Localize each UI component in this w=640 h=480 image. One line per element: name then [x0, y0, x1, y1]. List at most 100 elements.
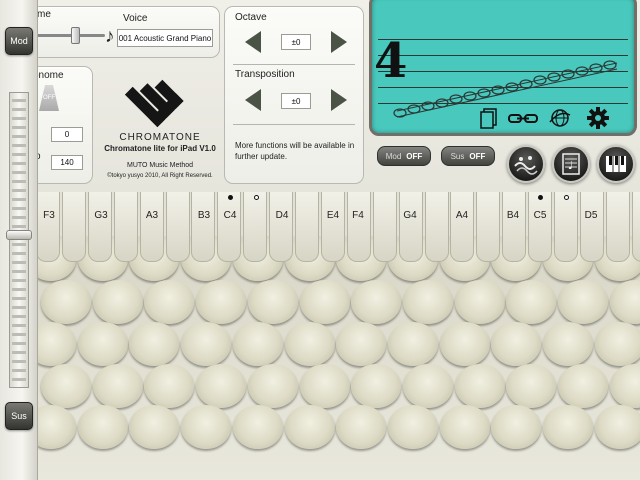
note-button[interactable] [506, 280, 557, 324]
note-button[interactable] [181, 322, 232, 366]
note-button[interactable] [491, 405, 542, 449]
note-key[interactable] [36, 192, 60, 262]
note-button[interactable] [41, 280, 91, 324]
note-button[interactable] [284, 322, 335, 366]
octave-up-button[interactable] [331, 31, 347, 53]
note-button[interactable] [247, 280, 298, 324]
note-button[interactable] [402, 280, 453, 324]
note-button[interactable] [336, 405, 387, 449]
globe-icon[interactable] [549, 107, 571, 129]
note-button[interactable] [92, 364, 143, 408]
note-key[interactable] [346, 192, 371, 262]
note-button[interactable] [129, 405, 180, 449]
voice-field[interactable]: 001 Acoustic Grand Piano [117, 29, 213, 47]
gear-icon[interactable] [587, 107, 609, 129]
note-button[interactable] [41, 364, 91, 408]
note-key[interactable] [528, 192, 553, 262]
note-key[interactable] [243, 192, 268, 262]
note-key[interactable] [424, 192, 449, 262]
keyboard-icon [606, 156, 626, 172]
octave-down-button[interactable] [245, 31, 261, 53]
wave-button[interactable] [507, 145, 545, 183]
note-button[interactable] [299, 364, 350, 408]
note-button[interactable] [594, 405, 640, 449]
note-button[interactable] [77, 322, 128, 366]
note-button[interactable] [92, 280, 143, 324]
note-button[interactable] [506, 364, 557, 408]
wave-icon [514, 156, 538, 175]
note-key[interactable] [372, 192, 397, 262]
note-key[interactable] [554, 192, 578, 262]
note-key[interactable] [502, 192, 527, 262]
note-button[interactable] [594, 322, 640, 366]
octave-field: ±0 [281, 34, 311, 50]
sus-toggle[interactable]: Sus OFF [441, 146, 495, 166]
note-key[interactable] [631, 192, 640, 262]
pages-icon[interactable] [479, 108, 499, 130]
note-button[interactable] [232, 405, 283, 449]
note-button[interactable] [196, 280, 247, 324]
note-button[interactable] [144, 364, 195, 408]
note-key[interactable] [191, 192, 216, 262]
note-button[interactable] [543, 322, 593, 366]
keyboard-button[interactable] [597, 145, 635, 183]
metronome-switch[interactable]: OFF [39, 85, 59, 111]
note-button[interactable] [609, 364, 640, 408]
note-key[interactable] [217, 192, 242, 262]
metronome-value-field[interactable]: 0 [51, 127, 83, 142]
note-key[interactable] [398, 192, 423, 262]
note-button[interactable] [77, 405, 128, 449]
note-button[interactable] [336, 322, 387, 366]
note-button[interactable] [439, 322, 490, 366]
note-button[interactable] [196, 364, 247, 408]
pitch-slider-knob[interactable] [6, 230, 32, 240]
note-button[interactable] [454, 280, 505, 324]
note-key[interactable] [450, 192, 475, 262]
note-button[interactable] [144, 280, 195, 324]
note-button[interactable] [491, 322, 542, 366]
note-button[interactable] [558, 280, 608, 324]
score-button[interactable]: ♩ [552, 145, 590, 183]
note-button[interactable] [351, 364, 402, 408]
note-button[interactable] [402, 364, 453, 408]
note-key[interactable] [165, 192, 190, 262]
note-button[interactable] [454, 364, 505, 408]
note-key[interactable] [113, 192, 138, 262]
note-key[interactable] [87, 192, 112, 262]
note-button[interactable] [439, 405, 490, 449]
note-button[interactable] [129, 322, 180, 366]
transposition-up-button[interactable] [331, 89, 347, 111]
note-button[interactable] [609, 280, 640, 324]
note-key[interactable] [139, 192, 164, 262]
note-button[interactable] [232, 322, 283, 366]
note-key[interactable] [605, 192, 630, 262]
note-button[interactable] [387, 322, 438, 366]
slider-tick [12, 261, 26, 264]
note-button[interactable] [299, 280, 350, 324]
note-button[interactable] [38, 405, 76, 449]
pitch-slider[interactable] [9, 92, 29, 388]
sus-button[interactable]: Sus [5, 402, 33, 430]
note-button[interactable] [387, 405, 438, 449]
note-button[interactable] [181, 405, 232, 449]
tempo-field[interactable]: 140 [51, 155, 83, 170]
version-line: Chromatone lite for iPad V1.0 [104, 144, 216, 153]
note-button[interactable] [38, 322, 76, 366]
note-button[interactable] [558, 364, 608, 408]
note-button[interactable] [351, 280, 402, 324]
note-key[interactable] [295, 192, 319, 262]
note-key[interactable] [61, 192, 86, 262]
link-icon[interactable] [508, 112, 538, 126]
note-key[interactable] [269, 192, 294, 262]
volume-slider-knob[interactable] [71, 27, 80, 44]
note-button[interactable] [543, 405, 593, 449]
mod-toggle[interactable]: Mod OFF [377, 146, 431, 166]
voice-label: Voice [123, 13, 148, 24]
note-key[interactable] [579, 192, 604, 262]
note-key[interactable] [320, 192, 345, 262]
transposition-down-button[interactable] [245, 89, 261, 111]
note-key[interactable] [476, 192, 501, 262]
note-button[interactable] [284, 405, 335, 449]
note-button[interactable] [247, 364, 298, 408]
mod-button[interactable]: Mod [5, 27, 33, 55]
